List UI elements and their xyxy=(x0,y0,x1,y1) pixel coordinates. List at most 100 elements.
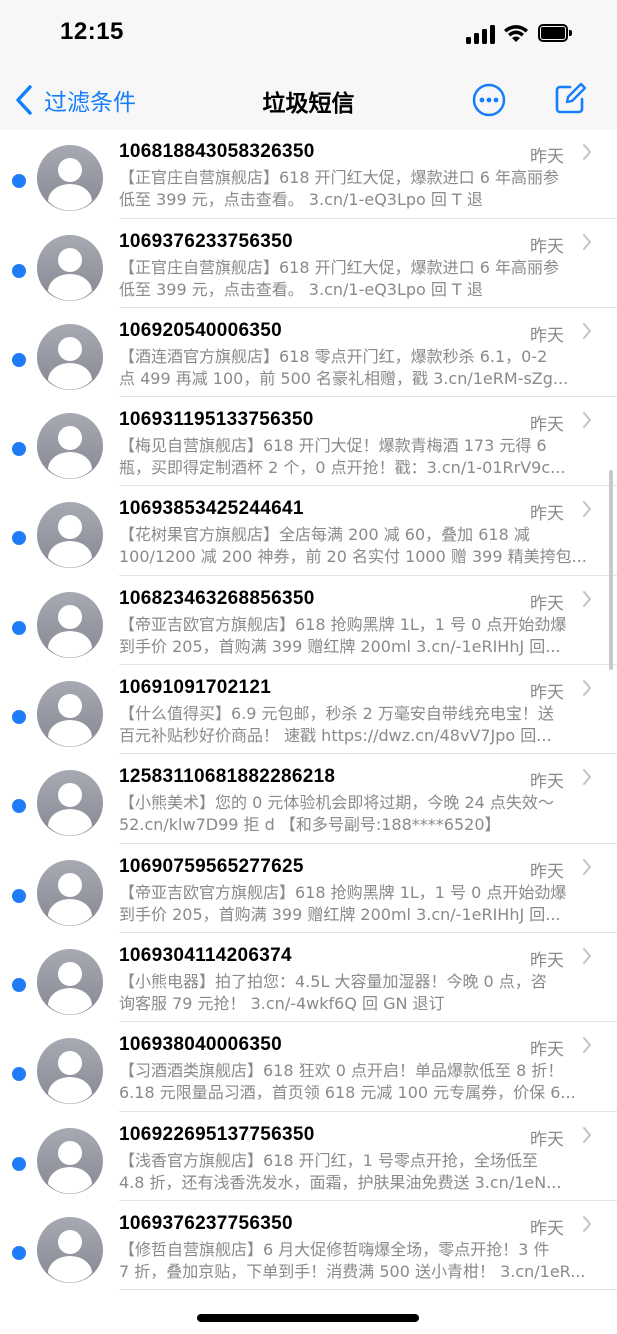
avatar xyxy=(37,413,103,480)
message-row[interactable]: 106931195133756350 昨天 【梅见自营旗舰店】618 开门大促！… xyxy=(0,397,617,487)
unread-dot xyxy=(12,263,26,278)
avatar xyxy=(37,145,103,212)
message-row[interactable]: 1069376237756350 昨天 【修哲自营旗舰店】6 月大促修哲嗨爆全场… xyxy=(0,1201,617,1291)
avatar xyxy=(37,323,103,390)
message-sender: 1069304114206374 xyxy=(119,944,292,966)
person-icon xyxy=(48,872,92,926)
chevron-right-icon xyxy=(583,680,591,697)
message-row[interactable]: 106818843058326350 昨天 【正官庄自营旗舰店】618 开门红大… xyxy=(0,129,617,219)
person-icon xyxy=(48,961,92,1015)
unread-dot xyxy=(12,977,26,992)
message-preview: 【酒连酒官方旗舰店】618 零点开门红，爆款秒杀 6.1，0-2 点 499 再… xyxy=(119,346,597,390)
message-preview: 【梅见自营旗舰店】618 开门大促！爆款青梅酒 173 元得 6 瓶，买即得定制… xyxy=(119,435,597,479)
message-row[interactable]: 1069376233756350 昨天 【正官庄自营旗舰店】618 开门红大促，… xyxy=(0,219,617,308)
message-preview-line: 点 499 再减 100，前 500 名豪礼相赠，戳 3.cn/1eRM-sZg… xyxy=(119,368,569,388)
message-preview-line: 【什么值得买】6.9 元包邮，秒杀 2 万毫安自带线充电宝！送 xyxy=(119,704,554,724)
unread-dot xyxy=(12,620,26,635)
message-sender: 106818843058326350 xyxy=(119,141,315,163)
back-button[interactable]: 过滤条件 xyxy=(14,82,136,118)
row-divider xyxy=(119,1289,617,1291)
wifi-icon xyxy=(504,25,528,42)
message-preview-line: 4.8 折，还有浅香洗发水，面霜，护肤果油免费送 3.cn/1eN... xyxy=(119,1172,562,1192)
message-row[interactable]: 12583110681882286218 昨天 【小熊美术】您的 0 元体验机会… xyxy=(0,754,617,844)
cellular-signal-icon xyxy=(466,24,496,44)
avatar xyxy=(37,1127,103,1194)
message-preview-line: 到手价 205，首购满 399 赠红牌 200ml 3.cn/-1eRIHhJ … xyxy=(119,904,561,924)
message-row[interactable]: 10693853425244641 昨天 【花树果官方旗舰店】全店每满 200 … xyxy=(0,486,617,576)
chevron-right-icon xyxy=(583,947,591,964)
message-preview-line: 100/1200 减 200 神券，前 20 名实付 1000 赠 399 精美… xyxy=(119,547,587,567)
message-date: 昨天 xyxy=(530,415,564,436)
person-icon xyxy=(48,247,92,301)
person-icon xyxy=(48,426,92,479)
message-sender: 10691091702121 xyxy=(119,677,272,699)
chevron-right-icon xyxy=(583,233,591,250)
unread-dot xyxy=(12,442,26,457)
avatar xyxy=(37,770,103,837)
avatar xyxy=(37,1216,103,1283)
message-row[interactable]: 1069304114206374 昨天 【小熊电器】拍了拍您：4.5L 大容量加… xyxy=(0,933,617,1023)
message-date: 昨天 xyxy=(530,683,564,704)
message-date: 昨天 xyxy=(530,861,564,882)
message-row[interactable]: 106823463268856350 昨天 【帝亚吉欧官方旗舰店】618 抢购黑… xyxy=(0,576,617,666)
more-options-icon[interactable] xyxy=(472,83,506,117)
scrollbar[interactable] xyxy=(609,470,613,670)
chevron-right-icon xyxy=(583,590,591,607)
person-icon xyxy=(48,1229,92,1283)
message-list: 【京东】极速版 618 省钱节开抢啦！红包满天飞，下单返现 金，电脑数码 5 折… xyxy=(0,55,617,1291)
message-preview-line: 【梅见自营旗舰店】618 开门大促！爆款青梅酒 173 元得 6 xyxy=(119,436,547,456)
status-bar: 12:15 xyxy=(0,0,617,70)
chevron-right-icon xyxy=(583,144,591,161)
chevron-right-icon xyxy=(583,1126,591,1143)
message-preview: 【浅香官方旗舰店】618 开门红，1 号零点开抢，全场低至 4.8 折，还有浅香… xyxy=(119,1150,597,1194)
message-row[interactable]: 10691091702121 昨天 【什么值得买】6.9 元包邮，秒杀 2 万毫… xyxy=(0,665,617,755)
compose-icon[interactable] xyxy=(553,82,587,116)
chevron-right-icon xyxy=(583,1215,591,1232)
unread-dot xyxy=(12,174,26,189)
avatar xyxy=(37,948,103,1015)
message-row[interactable]: 106920540006350 昨天 【酒连酒官方旗舰店】618 零点开门红，爆… xyxy=(0,308,617,398)
message-date: 昨天 xyxy=(530,325,564,346)
message-preview-line: 【浅香官方旗舰店】618 开门红，1 号零点开抢，全场低至 xyxy=(119,1150,538,1170)
message-preview-line: 【小熊美术】您的 0 元体验机会即将过期，今晚 24 点失效～ xyxy=(119,793,554,813)
home-indicator[interactable] xyxy=(197,1314,419,1322)
message-preview-line: 低至 399 元，点击查看。 3.cn/1-eQ3Lpo 回 T 退 xyxy=(119,190,483,210)
avatar xyxy=(37,591,103,658)
person-icon xyxy=(48,783,92,836)
message-preview: 【花树果官方旗舰店】全店每满 200 减 60，叠加 618 减 100/120… xyxy=(119,524,597,568)
message-preview-line: 百元补贴秒好价商品！ 速戳 https://dwz.cn/48vV7Jpo 回.… xyxy=(119,726,552,746)
message-preview: 【修哲自营旗舰店】6 月大促修哲嗨爆全场，零点开抢！3 件 7 折，叠加京贴，下… xyxy=(119,1239,597,1283)
message-preview-line: 瓶，买即得定制酒杯 2 个，0 点开抢！戳：3.cn/1-01RrV9c... xyxy=(119,458,566,478)
message-preview-line: 52.cn/klw7D99 拒 d 【和多号副号:188****6520】 xyxy=(119,815,501,835)
message-row[interactable]: 106938040006350 昨天 【习酒酒类旗舰店】618 狂欢 0 点开启… xyxy=(0,1022,617,1112)
person-icon xyxy=(48,694,92,747)
unread-dot xyxy=(12,799,26,814)
message-row[interactable]: 106922695137756350 昨天 【浅香官方旗舰店】618 开门红，1… xyxy=(0,1112,617,1201)
unread-dot xyxy=(12,888,26,903)
message-preview-line: 【正官庄自营旗舰店】618 开门红大促，爆款进口 6 年高丽参 xyxy=(119,168,559,188)
message-preview: 【习酒酒类旗舰店】618 狂欢 0 点开启！单品爆款低至 8 折！ 6.18 元… xyxy=(119,1060,597,1104)
message-date: 昨天 xyxy=(530,1218,564,1239)
navigation-bar: 过滤条件 垃圾短信 xyxy=(0,70,617,130)
message-sender: 106931195133756350 xyxy=(119,409,314,431)
unread-dot xyxy=(12,1067,26,1082)
message-sender: 10690759565277625 xyxy=(119,855,304,877)
message-preview: 【小熊美术】您的 0 元体验机会即将过期，今晚 24 点失效～ 52.cn/kl… xyxy=(119,792,597,836)
avatar xyxy=(37,502,103,569)
chevron-right-icon xyxy=(583,1037,591,1054)
person-icon xyxy=(48,1140,92,1194)
message-row[interactable]: 10690759565277625 昨天 【帝亚吉欧官方旗舰店】618 抢购黑牌… xyxy=(0,844,617,933)
message-preview-line: 【小熊电器】拍了拍您：4.5L 大容量加湿器！今晚 0 点，咨 xyxy=(119,971,547,991)
unread-dot xyxy=(12,1156,26,1171)
message-preview-line: 到手价 205，首购满 399 赠红牌 200ml 3.cn/-1eRIHhJ … xyxy=(119,636,561,656)
message-sender: 12583110681882286218 xyxy=(119,766,336,788)
chevron-right-icon xyxy=(583,769,591,786)
message-preview-line: 【酒连酒官方旗舰店】618 零点开门红，爆款秒杀 6.1，0-2 xyxy=(119,346,548,366)
message-date: 昨天 xyxy=(530,1129,564,1150)
person-icon xyxy=(48,515,92,569)
person-icon xyxy=(48,604,92,658)
chevron-right-icon xyxy=(583,501,591,518)
chevron-right-icon xyxy=(583,858,591,875)
message-preview-line: 询客服 79 元抢！ 3.cn/-4wkf6Q 回 GN 退订 xyxy=(119,993,445,1013)
message-preview: 【小熊电器】拍了拍您：4.5L 大容量加湿器！今晚 0 点，咨 询客服 79 元… xyxy=(119,971,597,1015)
